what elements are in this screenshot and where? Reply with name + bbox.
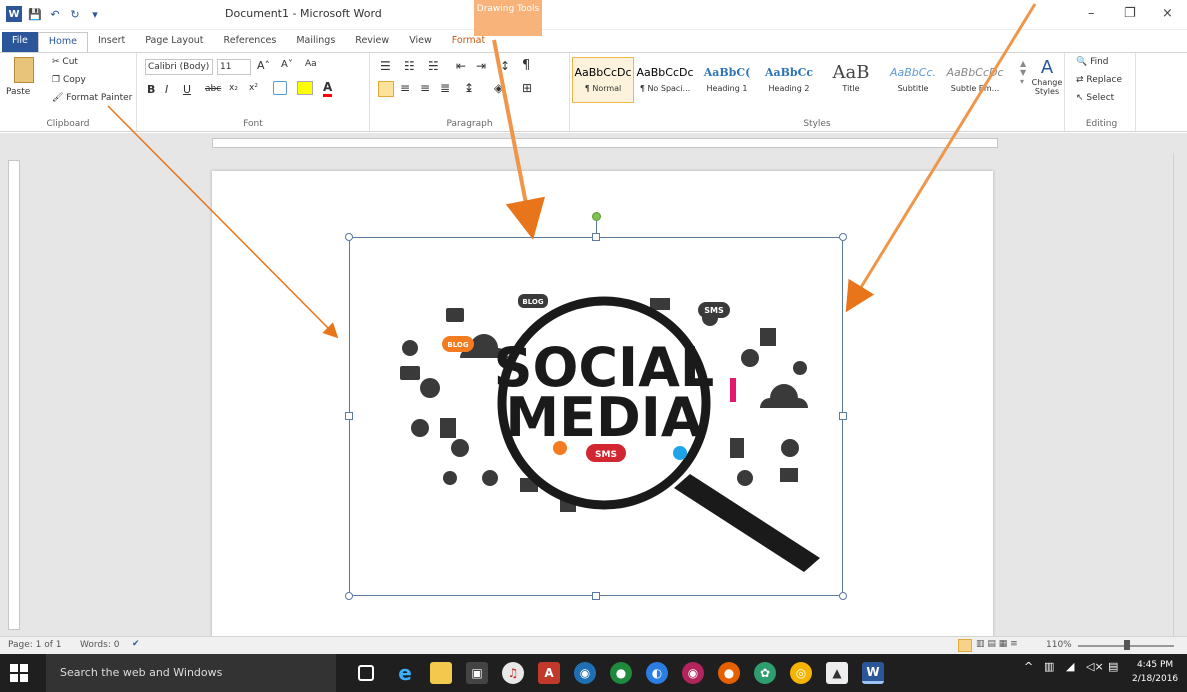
- volume-icon[interactable]: ◁×: [1086, 660, 1104, 673]
- page-count[interactable]: Page: 1 of 1: [8, 640, 62, 650]
- media-player-icon[interactable]: ◉: [682, 662, 704, 684]
- taskbar-search[interactable]: Search the web and Windows: [46, 654, 336, 692]
- view-modes-icon[interactable]: ▥ ▤ ▦ ≡: [976, 639, 1018, 649]
- word-taskbar-icon[interactable]: W: [862, 662, 884, 684]
- clock-date: 2/18/2016: [1132, 674, 1179, 684]
- windows-start-icon[interactable]: [10, 664, 28, 682]
- annotation-arrows: [107, 3, 1037, 339]
- arrow-to-image-left: [107, 105, 339, 339]
- arrow-to-image-top: [492, 39, 546, 240]
- notifications-icon[interactable]: ▤: [1108, 660, 1118, 673]
- taskbar-clock[interactable]: 4:45 PM 2/18/2016: [1132, 658, 1178, 686]
- itunes-icon[interactable]: ♫: [502, 662, 524, 684]
- edge-icon[interactable]: e: [394, 661, 416, 685]
- network-icon[interactable]: ▥: [1044, 660, 1054, 673]
- wifi-icon[interactable]: ◢: [1066, 660, 1074, 673]
- chrome-icon[interactable]: ◎: [790, 662, 812, 684]
- network-app-icon[interactable]: ✿: [754, 662, 776, 684]
- acrobat-icon[interactable]: A: [538, 662, 560, 684]
- tray-chevron-icon[interactable]: ^: [1024, 660, 1033, 673]
- firefox-icon[interactable]: ●: [718, 662, 740, 684]
- zoom-slider-thumb[interactable]: [1124, 640, 1130, 650]
- store-icon[interactable]: ▣: [466, 662, 488, 684]
- camera-icon[interactable]: ◉: [574, 662, 596, 684]
- arrow-to-image-right: [845, 3, 1037, 313]
- app-green-icon[interactable]: ●: [610, 662, 632, 684]
- word-count[interactable]: Words: 0: [80, 640, 119, 650]
- photos-icon[interactable]: ▲: [826, 662, 848, 684]
- file-explorer-icon[interactable]: [430, 662, 452, 684]
- print-layout-icon[interactable]: [958, 639, 972, 652]
- ie-globe-icon[interactable]: ◐: [646, 662, 668, 684]
- taskbar: Search the web and Windows e ▣ ♫ A ◉ ● ◐…: [0, 654, 1187, 692]
- proofing-icon[interactable]: ✔: [132, 639, 140, 649]
- status-bar: Page: 1 of 1 Words: 0 ✔ ▥ ▤ ▦ ≡ 110%: [0, 636, 1187, 654]
- task-view-icon[interactable]: [358, 665, 374, 681]
- zoom-level[interactable]: 110%: [1046, 640, 1072, 650]
- clock-time: 4:45 PM: [1136, 660, 1174, 670]
